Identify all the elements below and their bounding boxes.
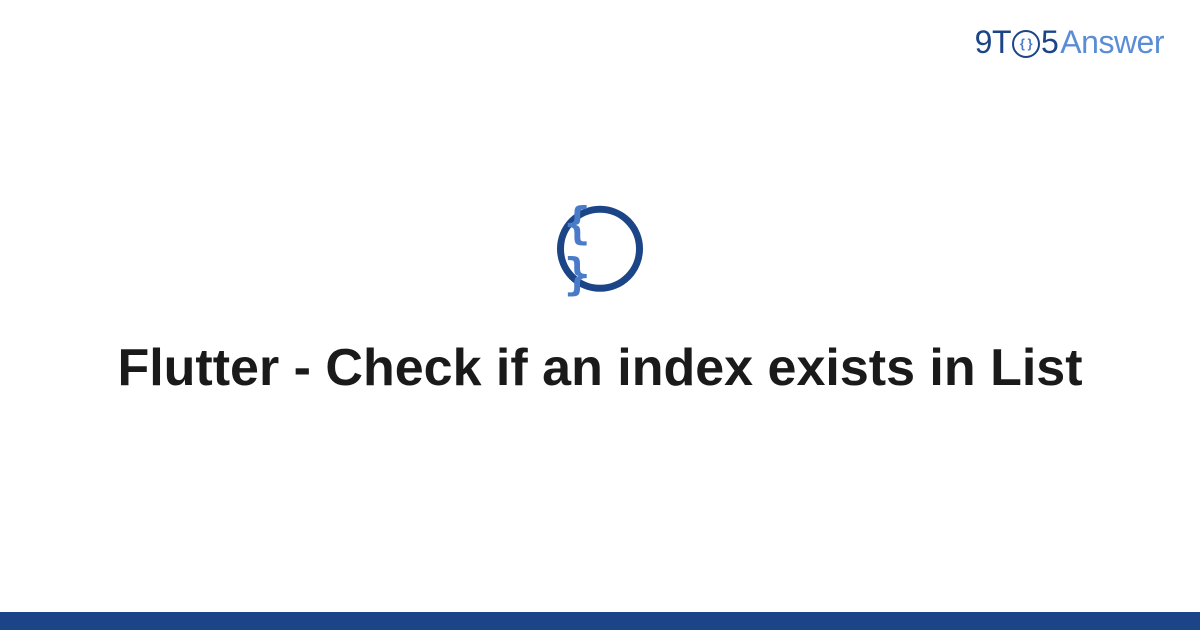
brand-five: 5 (1041, 24, 1058, 61)
brand-prefix: 9T (975, 24, 1011, 61)
main-content: { } Flutter - Check if an index exists i… (0, 206, 1200, 401)
footer-bar (0, 612, 1200, 630)
brand-o-icon: { } (1012, 30, 1040, 58)
braces-glyph: { } (564, 198, 636, 300)
brand-suffix: Answer (1060, 24, 1164, 61)
page-title: Flutter - Check if an index exists in Li… (117, 336, 1082, 401)
code-braces-icon: { } (557, 206, 643, 292)
brand-logo: 9T { } 5 Answer (975, 24, 1164, 61)
